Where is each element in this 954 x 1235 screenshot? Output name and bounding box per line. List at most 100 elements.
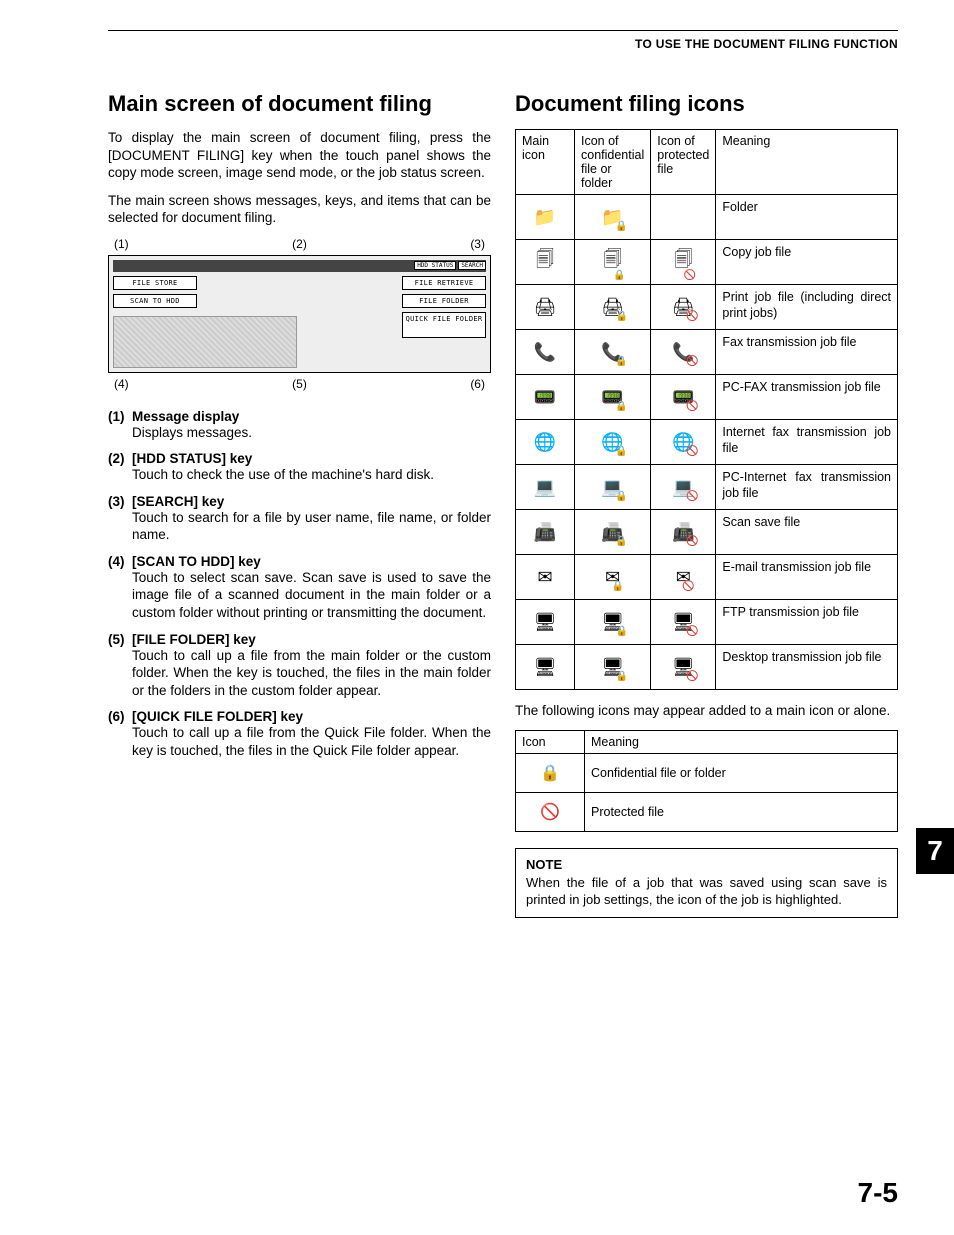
- def-desc: Displays messages.: [132, 424, 491, 442]
- def-title: [FILE FOLDER] key: [132, 632, 491, 647]
- icon-meaning: Scan save file: [716, 510, 898, 555]
- quick-file-folder-key: QUICK FILE FOLDER: [402, 312, 486, 338]
- icon-row: 📟📟🔒📟🚫PC-FAX transmission job file: [516, 375, 898, 420]
- ann-1: (1): [114, 237, 129, 251]
- file-folder-key: FILE FOLDER: [402, 294, 486, 308]
- hdd-status-key: HDD STATUS: [414, 261, 456, 270]
- search-key: SEARCH: [458, 261, 486, 270]
- icon-meaning: E-mail transmission job file: [716, 555, 898, 600]
- ann-3: (3): [470, 237, 485, 251]
- def-desc: Touch to search for a file by user name,…: [132, 509, 491, 544]
- icon-meaning: Print job file (including direct print j…: [716, 285, 898, 330]
- def-desc: Touch to call up a file from the Quick F…: [132, 724, 491, 759]
- definitions-list: (1)Message displayDisplays messages.(2)[…: [108, 409, 491, 760]
- def-num: (1): [108, 409, 132, 442]
- right-column: Document filing icons Main icon Icon of …: [515, 91, 898, 918]
- definition-item: (1)Message displayDisplays messages.: [108, 409, 491, 442]
- icon-meaning: PC-Internet fax transmission job file: [716, 465, 898, 510]
- def-num: (6): [108, 709, 132, 759]
- right-title: Document filing icons: [515, 91, 898, 117]
- th-main-icon: Main icon: [516, 130, 575, 195]
- icon-meaning: PC-FAX transmission job file: [716, 375, 898, 420]
- main-icon: 📁: [516, 195, 575, 240]
- def-desc: Touch to select scan save. Scan save is …: [132, 569, 491, 622]
- definition-item: (4)[SCAN TO HDD] keyTouch to select scan…: [108, 554, 491, 622]
- def-num: (2): [108, 451, 132, 484]
- left-column: Main screen of document filing To displa…: [108, 91, 491, 918]
- definition-item: (6)[QUICK FILE FOLDER] keyTouch to call …: [108, 709, 491, 759]
- left-title: Main screen of document filing: [108, 91, 491, 117]
- screen-diagram: (1) (2) (3) HDD STATUS SEARCH FILE STORE…: [108, 237, 491, 391]
- main-icon: 🌐: [516, 420, 575, 465]
- protected-icon: 💻🚫: [651, 465, 716, 510]
- confidential-icon: 💻🔒: [575, 465, 651, 510]
- icon-meaning: Fax transmission job file: [716, 330, 898, 375]
- th-conf-icon: Icon of confidential file or folder: [575, 130, 651, 195]
- icons-table: Main icon Icon of confidential file or f…: [515, 129, 898, 690]
- def-title: [HDD STATUS] key: [132, 451, 491, 466]
- confidential-icon: 🌐🔒: [575, 420, 651, 465]
- icon-row: 📠📠🔒📠🚫Scan save file: [516, 510, 898, 555]
- protected-icon: 🖥🚫: [651, 600, 716, 645]
- confidential-icon: 📁🔒: [575, 195, 651, 240]
- running-header: TO USE THE DOCUMENT FILING FUNCTION: [108, 37, 898, 51]
- modifier-meaning: Protected file: [585, 792, 898, 831]
- def-title: [SCAN TO HDD] key: [132, 554, 491, 569]
- modifier-meaning: Confidential file or folder: [585, 753, 898, 792]
- page-number: 7-5: [858, 1177, 898, 1209]
- note-box: NOTE When the file of a job that was sav…: [515, 848, 898, 918]
- protected-icon: 🗐🚫: [651, 240, 716, 285]
- th2-meaning: Meaning: [585, 730, 898, 753]
- def-desc: Touch to check the use of the machine's …: [132, 466, 491, 484]
- def-num: (3): [108, 494, 132, 544]
- definition-item: (3)[SEARCH] keyTouch to search for a fil…: [108, 494, 491, 544]
- file-retrieve-key: FILE RETRIEVE: [402, 276, 486, 290]
- icon-meaning: Copy job file: [716, 240, 898, 285]
- confidential-icon: 🖥🔒: [575, 645, 651, 690]
- icon-row: 📁📁🔒 Folder: [516, 195, 898, 240]
- icon-row: 📞📞🔒📞🚫Fax transmission job file: [516, 330, 898, 375]
- protected-icon: 🌐🚫: [651, 420, 716, 465]
- main-icon: 🖨: [516, 285, 575, 330]
- confidential-icon: 📞🔒: [575, 330, 651, 375]
- modifier-icons-table: Icon Meaning 🔒Confidential file or folde…: [515, 730, 898, 832]
- main-icon: 🖥: [516, 600, 575, 645]
- icon-meaning: Internet fax transmission job file: [716, 420, 898, 465]
- icon-row: 🖥🖥🔒🖥🚫Desktop transmission job file: [516, 645, 898, 690]
- protected-icon: 🖥🚫: [651, 645, 716, 690]
- definition-item: (5)[FILE FOLDER] keyTouch to call up a f…: [108, 632, 491, 700]
- left-p1: To display the main screen of document f…: [108, 129, 491, 182]
- main-icon: 📠: [516, 510, 575, 555]
- icon-row: 💻💻🔒💻🚫PC-Internet fax transmission job fi…: [516, 465, 898, 510]
- modifier-row: 🔒Confidential file or folder: [516, 753, 898, 792]
- confidential-icon: 🖨🔒: [575, 285, 651, 330]
- def-title: Message display: [132, 409, 491, 424]
- def-desc: Touch to call up a file from the main fo…: [132, 647, 491, 700]
- main-icon: 🗐: [516, 240, 575, 285]
- protected-icon: [651, 195, 716, 240]
- icon-row: 🖨🖨🔒🖨🚫Print job file (including direct pr…: [516, 285, 898, 330]
- ann-6: (6): [470, 377, 485, 391]
- confidential-icon: 📠🔒: [575, 510, 651, 555]
- confidential-icon: 🖥🔒: [575, 600, 651, 645]
- confidential-icon: ✉🔒: [575, 555, 651, 600]
- ann-5: (5): [292, 377, 307, 391]
- ann-2: (2): [292, 237, 307, 251]
- main-icon: ✉: [516, 555, 575, 600]
- chapter-tab: 7: [916, 828, 954, 874]
- main-icon: 🖥: [516, 645, 575, 690]
- confidential-icon: 🗐🔒: [575, 240, 651, 285]
- def-num: (4): [108, 554, 132, 622]
- icon-meaning: Folder: [716, 195, 898, 240]
- main-icon: 📟: [516, 375, 575, 420]
- main-icon: 💻: [516, 465, 575, 510]
- icon-meaning: Desktop transmission job file: [716, 645, 898, 690]
- left-p2: The main screen shows messages, keys, an…: [108, 192, 491, 227]
- modifier-icon: 🚫: [516, 792, 585, 831]
- printer-image: [113, 316, 297, 368]
- after-table-text: The following icons may appear added to …: [515, 702, 898, 720]
- protected-icon: 📟🚫: [651, 375, 716, 420]
- main-icon: 📞: [516, 330, 575, 375]
- note-body: When the file of a job that was saved us…: [526, 874, 887, 909]
- icon-meaning: FTP transmission job file: [716, 600, 898, 645]
